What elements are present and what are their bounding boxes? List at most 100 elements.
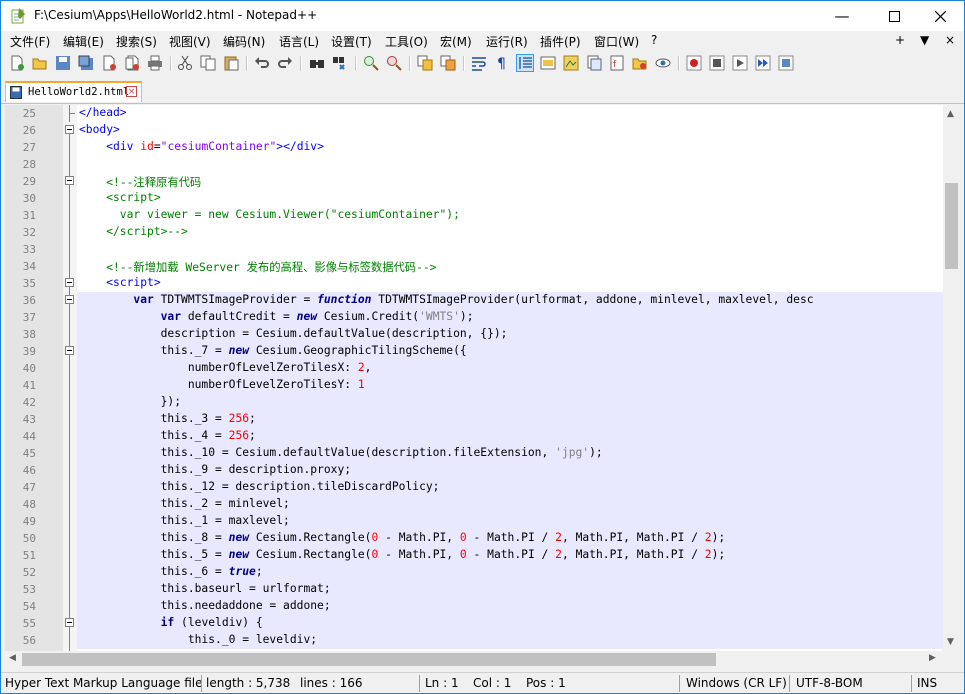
menu-search[interactable]: 搜索(S) (116, 33, 157, 50)
menu-help[interactable]: ? (651, 33, 657, 47)
code-line[interactable]: 31 var viewer = new Cesium.Viewer("cesiu… (5, 207, 943, 224)
tab-close-icon[interactable]: × (126, 86, 137, 97)
undo-icon[interactable] (254, 55, 270, 71)
code-line[interactable]: 26 <body> (5, 122, 943, 139)
vertical-scroll-thumb[interactable] (945, 183, 958, 269)
horizontal-scroll-thumb[interactable] (22, 653, 716, 666)
replace-icon[interactable] (332, 55, 348, 71)
code-line[interactable]: 38 description = Cesium.defaultValue(des… (5, 326, 943, 343)
status-encoding[interactable]: UTF-8-BOM (796, 676, 863, 690)
open-file-icon[interactable] (32, 55, 48, 71)
save-all-icon[interactable] (78, 55, 94, 71)
vertical-scrollbar[interactable]: ▲ ▼ (943, 105, 960, 651)
close-file-icon[interactable] (101, 55, 117, 71)
code-line[interactable]: 50 this._8 = new Cesium.Rectangle(0 - Ma… (5, 530, 943, 547)
scroll-up-icon[interactable]: ▲ (947, 109, 954, 119)
stop-macro-icon[interactable] (709, 55, 725, 71)
fold-toggle-icon[interactable] (65, 618, 74, 627)
code-line[interactable]: 47 this._12 = description.tileDiscardPol… (5, 479, 943, 496)
close-button[interactable] (917, 1, 963, 31)
scroll-down-icon[interactable]: ▼ (947, 637, 954, 647)
menu-close-doc[interactable]: × (945, 33, 955, 47)
code-line[interactable]: 46 this._9 = description.proxy; (5, 462, 943, 479)
fold-toggle-icon[interactable] (65, 295, 74, 304)
status-insert-mode[interactable]: INS (917, 676, 937, 690)
paste-icon[interactable] (223, 55, 239, 71)
status-eol[interactable]: Windows (CR LF) (686, 676, 787, 690)
code-line[interactable]: 48 this._2 = minlevel; (5, 496, 943, 513)
code-line[interactable]: 53 this.baseurl = urlformat; (5, 581, 943, 598)
zoom-out-icon[interactable] (386, 55, 402, 71)
menu-tools[interactable]: 工具(O) (385, 33, 428, 50)
fold-toggle-icon[interactable] (65, 346, 74, 355)
sync-vertical-icon[interactable] (417, 55, 433, 71)
code-line[interactable]: 56 this._0 = leveldiv; (5, 632, 943, 649)
show-all-chars-icon[interactable]: ¶ (494, 55, 510, 71)
indent-guide-icon[interactable] (516, 54, 534, 72)
tab-helloworld2[interactable]: HelloWorld2.html × (5, 81, 142, 102)
menu-macro[interactable]: 宏(M) (440, 33, 472, 50)
code-line[interactable]: 49 this._1 = maxlevel; (5, 513, 943, 530)
code-line[interactable]: 52 this._6 = true; (5, 564, 943, 581)
scroll-right-icon[interactable]: ▶ (929, 653, 936, 663)
copy-icon[interactable] (200, 55, 216, 71)
play-macro-icon[interactable] (732, 55, 748, 71)
redo-icon[interactable] (277, 55, 293, 71)
code-line[interactable]: 43 this._3 = 256; (5, 411, 943, 428)
print-icon[interactable] (147, 55, 163, 71)
code-line[interactable]: 55 if (leveldiv) { (5, 615, 943, 632)
code-line[interactable]: 30 <script> (5, 190, 943, 207)
menu-tab-list[interactable]: ▼ (920, 33, 929, 47)
menu-encoding[interactable]: 编码(N) (223, 33, 265, 50)
doc-map-icon[interactable] (563, 55, 579, 71)
sync-horizontal-icon[interactable] (440, 55, 456, 71)
code-line[interactable]: 54 this.needaddone = addone; (5, 598, 943, 615)
code-line[interactable]: 28 (5, 156, 943, 173)
code-line[interactable]: 35 <script> (5, 275, 943, 292)
code-line[interactable]: 45 this._10 = Cesium.defaultValue(descri… (5, 445, 943, 462)
folder-workspace-icon[interactable] (632, 55, 648, 71)
code-line[interactable]: 34 <!--新增加载 WeServer 发布的高程、影像与标签数据代码--> (5, 258, 943, 275)
menu-run[interactable]: 运行(R) (486, 33, 528, 50)
code-line[interactable]: 42 }); (5, 394, 943, 411)
menu-window[interactable]: 窗口(W) (594, 33, 639, 50)
fold-toggle-icon[interactable] (65, 278, 74, 287)
new-file-icon[interactable] (9, 55, 25, 71)
fold-toggle-icon[interactable] (65, 176, 74, 185)
udl-icon[interactable] (540, 55, 556, 71)
menu-edit[interactable]: 编辑(E) (63, 33, 104, 50)
code-line[interactable]: 39 this._7 = new Cesium.GeographicTiling… (5, 343, 943, 360)
code-line[interactable]: 27 <div id="cesiumContainer"></div> (5, 139, 943, 156)
close-all-icon[interactable] (124, 55, 140, 71)
find-icon[interactable] (309, 55, 325, 71)
menu-plugins[interactable]: 插件(P) (540, 33, 581, 50)
cut-icon[interactable] (177, 55, 193, 71)
minimize-button[interactable]: — (819, 1, 865, 31)
zoom-in-icon[interactable] (363, 55, 379, 71)
save-macro-icon[interactable] (778, 55, 794, 71)
code-line[interactable]: 40 numberOfLevelZeroTilesX: 2, (5, 360, 943, 377)
code-line[interactable]: 25 </head> (5, 105, 943, 122)
run-macro-multiple-icon[interactable] (755, 55, 771, 71)
code-editor[interactable]: 25 </head> 26 <body> 27 <div id="cesiumConta… (5, 105, 943, 651)
fold-toggle-icon[interactable] (65, 125, 74, 134)
code-line[interactable]: 33 (5, 241, 943, 258)
monitoring-eye-icon[interactable] (655, 55, 671, 71)
horizontal-scrollbar[interactable]: ◀ ▶ (5, 651, 943, 668)
scroll-left-icon[interactable]: ◀ (9, 653, 16, 663)
function-list-icon[interactable]: f (609, 55, 625, 71)
menu-new-tab[interactable]: + (895, 33, 905, 47)
menu-settings[interactable]: 设置(T) (331, 33, 372, 50)
code-line[interactable]: 44 this._4 = 256; (5, 428, 943, 445)
code-line[interactable]: 51 this._5 = new Cesium.Rectangle(0 - Ma… (5, 547, 943, 564)
menu-file[interactable]: 文件(F) (10, 33, 50, 50)
code-line[interactable]: 36 var TDTWMTSImageProvider = function T… (5, 292, 943, 309)
menu-view[interactable]: 视图(V) (169, 33, 211, 50)
word-wrap-icon[interactable] (471, 55, 487, 71)
code-line[interactable]: 41 numberOfLevelZeroTilesY: 1 (5, 377, 943, 394)
code-line[interactable]: 29 <!--注释原有代码 (5, 173, 943, 190)
save-icon[interactable] (55, 55, 71, 71)
record-macro-icon[interactable] (686, 55, 702, 71)
maximize-button[interactable] (871, 1, 917, 31)
menu-language[interactable]: 语言(L) (279, 33, 319, 50)
